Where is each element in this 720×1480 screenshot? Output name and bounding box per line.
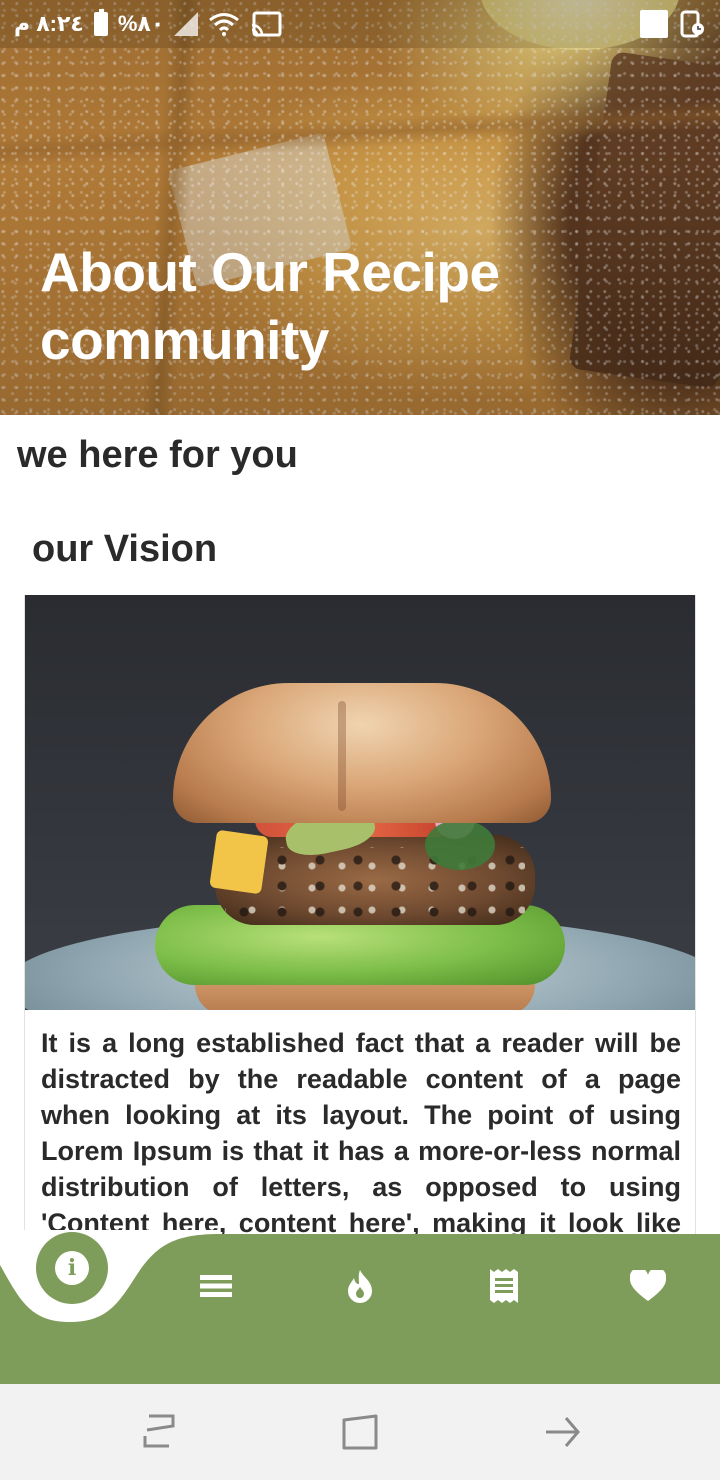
nav-item-menu[interactable]: [196, 1266, 236, 1306]
hero-title: About Our Recipe community: [40, 241, 500, 371]
image-mango: [209, 829, 269, 895]
nav-item-favorites[interactable]: [628, 1266, 668, 1306]
info-icon: i: [55, 1251, 89, 1285]
status-time: ٨:٢٤ م: [14, 11, 84, 36]
hero-banner: About Our Recipe community: [0, 0, 720, 415]
square-icon: [640, 10, 668, 38]
home-icon[interactable]: [338, 1410, 382, 1454]
bottom-nav-notch: [0, 1230, 220, 1322]
burger-image: [25, 595, 695, 1010]
battery-icon: [93, 9, 108, 36]
nav-item-recipes[interactable]: [484, 1266, 524, 1306]
vision-card: It is a long established fact that a rea…: [24, 595, 696, 1235]
nav-item-trending[interactable]: [340, 1266, 380, 1306]
back-icon[interactable]: [540, 1410, 584, 1454]
menu-list-icon: [200, 1275, 232, 1297]
vision-body: It is a long established fact that a rea…: [41, 1028, 681, 1235]
recent-apps-icon[interactable]: [137, 1410, 181, 1454]
image-bun-top: [173, 683, 551, 823]
fire-icon: [348, 1270, 372, 1303]
alarm-icon: [680, 10, 704, 38]
heart-icon: [630, 1270, 666, 1301]
signal-icon: [174, 12, 199, 36]
section-title: our Vision: [32, 528, 218, 570]
nav-item-info[interactable]: i: [36, 1232, 108, 1304]
status-bar: ٨:٢٤ م %٨٠: [0, 0, 720, 48]
battery-level: %٨٠: [117, 11, 165, 36]
image-cilantro: [425, 820, 495, 870]
wifi-icon: [209, 13, 240, 36]
page-headline: we here for you: [17, 434, 298, 476]
cast-icon: [252, 11, 282, 37]
receipt-icon: [490, 1269, 518, 1303]
